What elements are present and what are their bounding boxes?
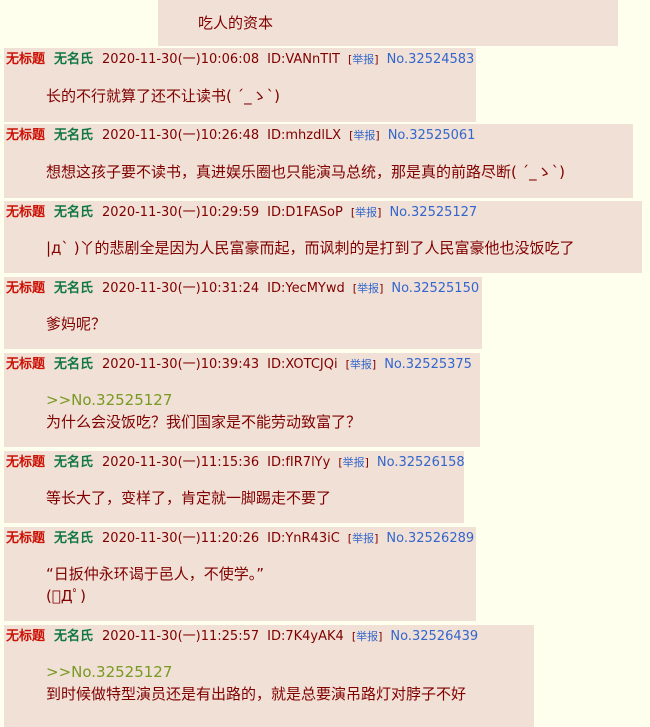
post-time: 2020-11-30(一)10:06:08 (102, 52, 260, 67)
reply-body: 爹妈呢？ (46, 313, 106, 335)
reply-text: 等长大了，变样了，肯定就一脚踢走不要了 (46, 489, 332, 507)
poster-name: 无名氏 (54, 281, 94, 296)
post-number-link[interactable]: No.32526289 (386, 529, 474, 549)
poster-name: 无名氏 (54, 455, 94, 470)
reply-title: 无标题 (6, 205, 46, 220)
poster-id: ID:7K4yAK4 (267, 629, 344, 644)
poster-id: ID:YecMYwd (267, 281, 345, 296)
reply-text: 到时候做特型演员还是有出路的，就是总要演吊路灯对脖子不好 (46, 685, 467, 703)
reply-text: 想想这孩子要不读书，真进娱乐圈也只能演马总统，那是真的前路尽断( ´_ゝ`) (46, 163, 565, 181)
reply-title: 无标题 (6, 281, 46, 296)
reply-header: 无标题 无名氏 2020-11-30(一)11:15:36 ID:fIR7lYy [举报… (6, 453, 465, 473)
report-label: 举报 (352, 532, 375, 545)
poster-name: 无名氏 (54, 205, 94, 220)
post-time: 2020-11-30(一)10:26:48 (102, 128, 260, 143)
reply-title: 无标题 (6, 531, 46, 546)
reply-header: 无标题 无名氏 2020-11-30(一)10:26:48 ID:mhzdlLX [举报… (6, 126, 475, 146)
post-number-link[interactable]: No.32526439 (390, 627, 478, 647)
report-label: 举报 (352, 53, 375, 66)
quote-link[interactable]: >>No.32525127 (46, 389, 361, 411)
reply-text: |д` )丫的悲剧全是因为人民富豪而起，而讽刺的是打到了人民富豪他也没饭吃了 (46, 239, 575, 257)
report-link[interactable]: [举报] (348, 529, 379, 549)
reply-0: 无标题 无名氏 2020-11-30(一)10:06:08 ID:VANnTIT [举报… (4, 48, 476, 122)
report-label: 举报 (355, 206, 378, 219)
post-time: 2020-11-30(一)11:15:36 (102, 455, 260, 470)
poster-name: 无名氏 (54, 128, 94, 143)
poster-id: ID:VANnTIT (267, 52, 340, 67)
report-label: 举报 (349, 358, 372, 371)
post-time: 2020-11-30(一)11:20:26 (102, 531, 260, 546)
reply-text: (ﾟДﾟ) (46, 587, 86, 605)
reply-6: 无标题 无名氏 2020-11-30(一)11:20:26 ID:YnR43iC [举报… (4, 527, 476, 621)
poster-name: 无名氏 (54, 52, 94, 67)
reply-header: 无标题 无名氏 2020-11-30(一)11:20:26 ID:YnR43iC [举报… (6, 529, 474, 549)
reply-body: 等长大了，变样了，肯定就一脚踢走不要了 (46, 487, 331, 509)
poster-name: 无名氏 (54, 357, 94, 372)
reply-7: 无标题 无名氏 2020-11-30(一)11:25:57 ID:7K4yAK4 [举报… (4, 625, 534, 727)
post-time: 2020-11-30(一)10:31:24 (102, 281, 260, 296)
post-number-link[interactable]: No.32525127 (389, 203, 477, 223)
report-link[interactable]: [举报] (348, 50, 379, 70)
post-time: 2020-11-30(一)10:39:43 (102, 357, 260, 372)
poster-name: 无名氏 (54, 629, 94, 644)
reply-4: 无标题 无名氏 2020-11-30(一)10:39:43 ID:XOTCJQi [举报… (4, 353, 480, 447)
reply-text: 爹妈呢？ (46, 315, 107, 333)
poster-name: 无名氏 (54, 531, 94, 546)
post-content: 吃人的资本 (198, 14, 274, 32)
reply-body: 想想这孩子要不读书，真进娱乐圈也只能演马总统，那是真的前路尽断( ´_ゝ`) (46, 161, 565, 183)
post-time: 2020-11-30(一)11:25:57 (102, 629, 260, 644)
reply-1: 无标题 无名氏 2020-11-30(一)10:26:48 ID:mhzdlLX [举报… (4, 124, 633, 198)
poster-id: ID:D1FASoP (267, 205, 343, 220)
poster-id: ID:fIR7lYy (267, 455, 331, 470)
reply-title: 无标题 (6, 128, 46, 143)
reply-header: 无标题 无名氏 2020-11-30(一)10:06:08 ID:VANnTIT [举报… (6, 50, 474, 70)
report-label: 举报 (353, 129, 376, 142)
post-number-link[interactable]: No.32525150 (391, 279, 479, 299)
reply-3: 无标题 无名氏 2020-11-30(一)10:31:24 ID:YecMYwd [举报… (4, 277, 482, 349)
reply-2: 无标题 无名氏 2020-11-30(一)10:29:59 ID:D1FASoP [举报… (4, 201, 642, 273)
reply-body: |д` )丫的悲剧全是因为人民富豪而起，而讽刺的是打到了人民富豪他也没饭吃了 (46, 237, 575, 259)
reply-title: 无标题 (6, 629, 46, 644)
post-number-link[interactable]: No.32525061 (388, 126, 476, 146)
reply-body: >>No.32525127 到时候做特型演员还是有出路的，就是总要演吊路灯对脖子… (46, 661, 466, 705)
quote-link[interactable]: >>No.32525127 (46, 661, 466, 683)
reply-text: 为什么会没饭吃？我们国家是不能劳动致富了？ (46, 413, 362, 431)
reply-header: 无标题 无名氏 2020-11-30(一)11:25:57 ID:7K4yAK4 [举报… (6, 627, 478, 647)
post-number-link[interactable]: No.32525375 (384, 355, 472, 375)
report-link[interactable]: [举报] (353, 279, 384, 299)
report-link[interactable]: [举报] (352, 627, 383, 647)
report-link[interactable]: [举报] (351, 203, 382, 223)
report-link[interactable]: [举报] (346, 355, 377, 375)
reply-title: 无标题 (6, 455, 46, 470)
poster-id: ID:YnR43iC (267, 531, 340, 546)
poster-id: ID:mhzdlLX (267, 128, 342, 143)
reply-5: 无标题 无名氏 2020-11-30(一)11:15:36 ID:fIR7lYy [举报… (4, 451, 465, 523)
reply-header: 无标题 无名氏 2020-11-30(一)10:29:59 ID:D1FASoP [举报… (6, 203, 477, 223)
reply-body: >>No.32525127 为什么会没饭吃？我们国家是不能劳动致富了？ (46, 389, 361, 433)
report-label: 举报 (342, 456, 365, 469)
reply-text: 长的不行就算了还不让读书( ´_ゝ`) (46, 87, 280, 105)
report-label: 举报 (356, 630, 379, 643)
report-label: 举报 (357, 282, 380, 295)
report-link[interactable]: [举报] (349, 126, 380, 146)
reply-body: “日扳仲永环谒于邑人，不使学。” (ﾟДﾟ) (46, 563, 264, 607)
post-time: 2020-11-30(一)10:29:59 (102, 205, 260, 220)
top-post: 吃人的资本 (158, 0, 618, 46)
reply-body: 长的不行就算了还不让读书( ´_ゝ`) (46, 85, 280, 107)
poster-id: ID:XOTCJQi (267, 357, 338, 372)
post-number-link[interactable]: No.32524583 (387, 50, 475, 70)
post-number-link[interactable]: No.32526158 (377, 453, 465, 473)
reply-title: 无标题 (6, 357, 46, 372)
reply-header: 无标题 无名氏 2020-11-30(一)10:39:43 ID:XOTCJQi [举报… (6, 355, 472, 375)
reply-text: “日扳仲永环谒于邑人，不使学。” (46, 565, 265, 583)
reply-title: 无标题 (6, 52, 46, 67)
report-link[interactable]: [举报] (338, 453, 369, 473)
reply-header: 无标题 无名氏 2020-11-30(一)10:31:24 ID:YecMYwd [举报… (6, 279, 479, 299)
